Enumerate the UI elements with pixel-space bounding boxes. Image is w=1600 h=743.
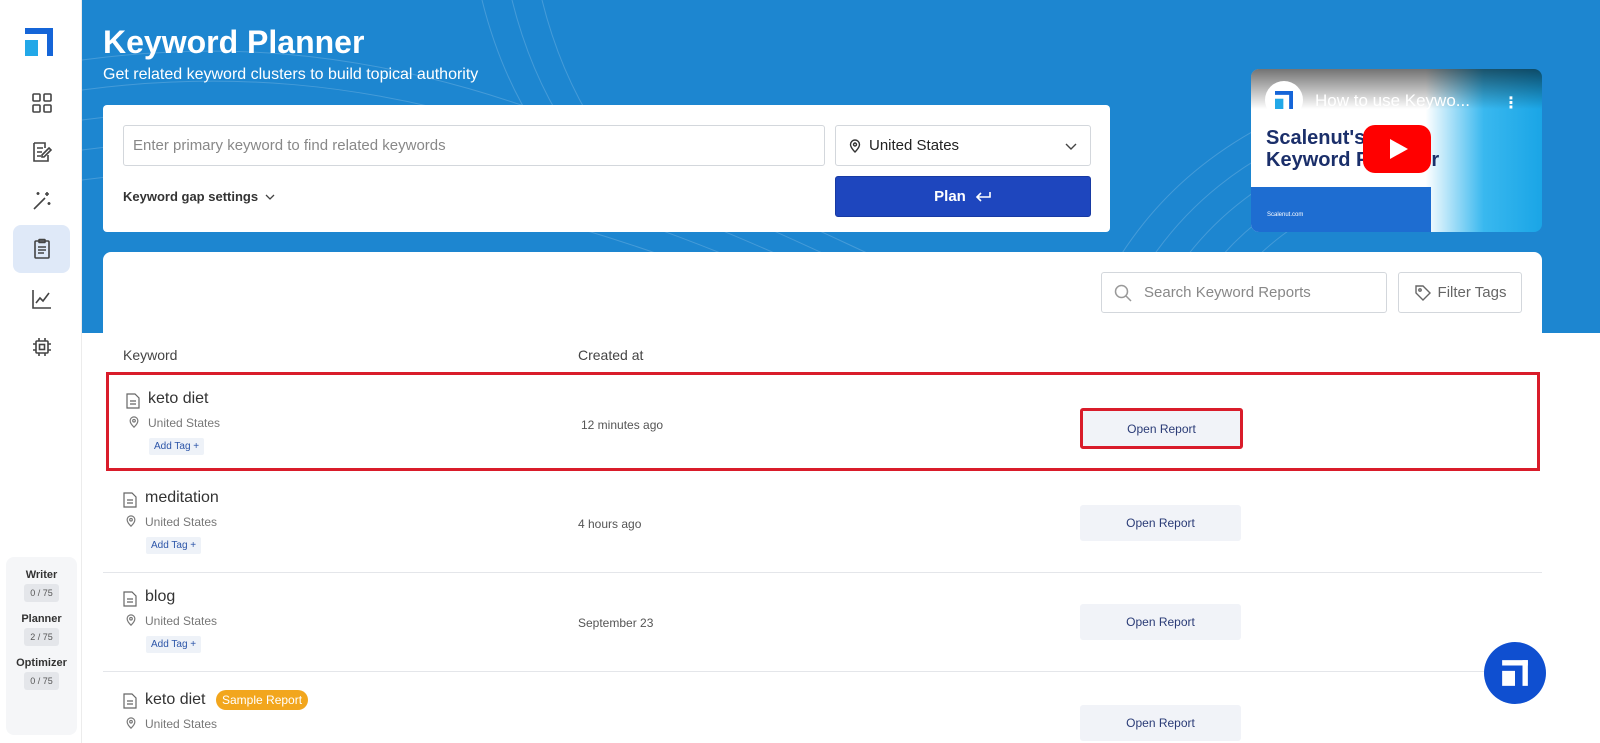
location-pin-icon	[129, 416, 139, 428]
scalenut-logo-icon	[1502, 660, 1528, 686]
report-location: United States	[148, 416, 221, 430]
chevron-down-icon	[1065, 143, 1077, 150]
usage-label-planner: Planner	[21, 613, 62, 625]
open-report-button[interactable]: Open Report	[1080, 408, 1243, 449]
search-icon	[1114, 284, 1132, 302]
plan-button[interactable]: Plan	[835, 176, 1091, 217]
table-row[interactable]: keto diet United States Add Tag + 12 min…	[106, 372, 1540, 471]
keyword-reports-panel: Search Keyword Reports Filter Tags Keywo…	[103, 252, 1542, 743]
page-title: Keyword Planner	[103, 24, 365, 60]
video-thumbnail-band	[1251, 187, 1431, 232]
magic-wand-icon	[32, 192, 50, 210]
report-created-at: 4 hours ago	[578, 517, 642, 531]
report-created-at: 12 minutes ago	[581, 418, 664, 432]
filter-tags-label: Filter Tags	[1437, 284, 1507, 301]
report-keyword[interactable]: blog	[145, 588, 175, 606]
sidebar-item-analytics[interactable]	[13, 275, 70, 323]
add-tag-button[interactable]: Add Tag +	[146, 636, 202, 653]
document-edit-icon	[32, 142, 52, 162]
filter-tags-button[interactable]: Filter Tags	[1398, 272, 1522, 313]
clipboard-icon	[33, 238, 50, 259]
document-icon	[123, 492, 137, 508]
usage-summary: Writer 0 / 75 Planner 2 / 75 Optimizer 0…	[6, 557, 77, 735]
location-pin-icon	[126, 717, 136, 729]
video-site-label: Scalenut.com	[1267, 212, 1304, 218]
column-header-created: Created at	[578, 347, 644, 363]
channel-avatar[interactable]	[1265, 81, 1303, 119]
location-pin-icon	[126, 614, 136, 626]
keyword-plan-form: United States Keyword gap settings Plan	[103, 105, 1110, 232]
chip-icon	[32, 338, 51, 356]
usage-label-writer: Writer	[25, 569, 58, 581]
open-report-button[interactable]: Open Report	[1080, 705, 1241, 741]
add-tag-button[interactable]: Add Tag +	[146, 537, 202, 554]
location-pin-icon	[849, 138, 861, 153]
play-icon[interactable]	[1363, 125, 1431, 173]
table-row[interactable]: meditation United States Add Tag + 4 hou…	[103, 474, 1542, 573]
search-reports-input[interactable]: Search Keyword Reports	[1101, 272, 1387, 313]
add-tag-button[interactable]: Add Tag +	[149, 438, 205, 455]
document-icon	[126, 393, 140, 409]
sidebar-item-ai-tools[interactable]	[13, 177, 70, 225]
open-report-button[interactable]: Open Report	[1080, 505, 1241, 541]
keyword-gap-settings-label: Keyword gap settings	[123, 189, 259, 204]
usage-value-writer: 0 / 75	[24, 584, 59, 602]
table-row[interactable]: keto diet Sample Report United States Op…	[103, 672, 1542, 743]
search-reports-placeholder: Search Keyword Reports	[1144, 284, 1311, 301]
column-header-keyword: Keyword	[123, 347, 178, 363]
report-keyword[interactable]: keto diet	[148, 390, 208, 408]
sidebar-item-dashboard[interactable]	[13, 79, 70, 127]
country-select-value: United States	[869, 137, 960, 154]
usage-value-optimizer: 0 / 75	[24, 672, 59, 690]
document-icon	[123, 591, 137, 607]
report-created-at: September 23	[578, 616, 654, 630]
sidebar-item-integrations[interactable]	[13, 323, 70, 371]
chevron-down-icon	[265, 194, 275, 200]
report-location: United States	[145, 717, 218, 731]
primary-keyword-input[interactable]	[123, 125, 825, 166]
scalenut-logo-icon	[1275, 91, 1293, 109]
report-keyword[interactable]: keto diet	[145, 691, 205, 709]
more-options-icon[interactable]: ⋮	[1503, 93, 1519, 113]
sidebar-item-writer[interactable]	[13, 128, 70, 176]
usage-label-optimizer: Optimizer	[16, 657, 67, 669]
enter-arrow-icon	[975, 191, 991, 202]
table-row[interactable]: blog United States Add Tag + September 2…	[103, 573, 1542, 672]
sample-report-badge: Sample Report	[216, 690, 309, 710]
report-keyword[interactable]: meditation	[145, 489, 219, 507]
document-icon	[123, 693, 137, 709]
usage-value-planner: 2 / 75	[24, 628, 59, 646]
plan-button-label: Plan	[934, 188, 966, 205]
sidebar-item-planner[interactable]	[13, 225, 70, 273]
support-chat-button[interactable]	[1484, 642, 1546, 704]
chart-line-icon	[31, 290, 51, 309]
country-select[interactable]: United States	[835, 125, 1091, 166]
sidebar: Writer 0 / 75 Planner 2 / 75 Optimizer 0…	[0, 0, 82, 743]
keyword-gap-settings-toggle[interactable]: Keyword gap settings	[123, 189, 276, 204]
video-brand-line1: Scalenut's	[1266, 127, 1366, 149]
tag-icon	[1414, 284, 1431, 301]
open-report-button[interactable]: Open Report	[1080, 604, 1241, 640]
video-title[interactable]: How to use Keywo...	[1315, 91, 1470, 111]
page-subtitle: Get related keyword clusters to build to…	[103, 66, 479, 83]
location-pin-icon	[126, 515, 136, 527]
report-location: United States	[145, 515, 218, 529]
scalenut-logo-icon[interactable]	[25, 28, 53, 56]
grid-icon	[31, 93, 52, 113]
tutorial-video[interactable]: How to use Keywo... ⋮ Scalenut's Keyword…	[1251, 69, 1542, 232]
report-location: United States	[145, 614, 218, 628]
